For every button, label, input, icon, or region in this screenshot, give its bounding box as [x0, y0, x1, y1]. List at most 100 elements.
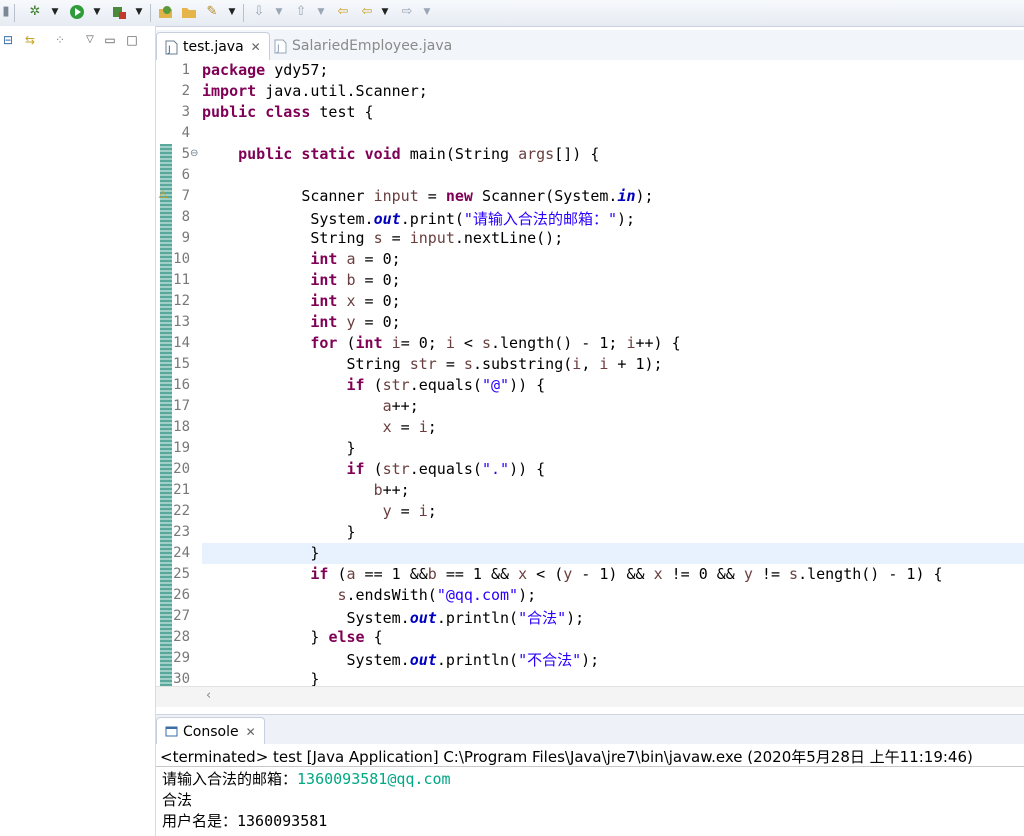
chevron-down-icon[interactable]: ▼ [380, 4, 390, 20]
chevron-down-icon[interactable]: ▼ [422, 4, 432, 20]
line-number: 14 [173, 335, 190, 351]
close-icon[interactable]: ✕ [251, 40, 261, 54]
minimize-icon[interactable]: ▭ [102, 32, 118, 48]
code-line[interactable]: x = i; [202, 418, 437, 436]
code-line[interactable]: y = i; [202, 502, 437, 520]
chevron-down-icon[interactable]: ▼ [50, 4, 60, 20]
toolbar-grip-icon: ▮ [2, 4, 10, 19]
forward-icon[interactable]: ⇨ [398, 3, 416, 21]
code-line[interactable]: if (str.equals(".")) { [202, 460, 546, 478]
console-line: 请输入合法的邮箱：1360093581@qq.com [162, 770, 451, 788]
code-line[interactable]: a++; [202, 397, 419, 415]
run-icon[interactable] [68, 3, 86, 21]
code-line[interactable]: int a = 0; [202, 250, 400, 268]
back-icon[interactable]: ⇦ [358, 3, 376, 21]
next-edit-icon[interactable]: ⇧ [292, 3, 310, 21]
line-number: 26 [173, 587, 190, 603]
line-number: 5 [181, 146, 190, 162]
code-line[interactable]: if (str.equals("@")) { [202, 376, 546, 394]
last-edit-icon[interactable]: ⇦ [334, 3, 352, 21]
code-line[interactable]: Scanner input = new Scanner(System.in); [202, 187, 653, 205]
line-number: 24 [173, 545, 190, 561]
line-number: 11 [173, 272, 190, 288]
open-folder-icon[interactable] [180, 3, 198, 21]
open-type-icon[interactable] [157, 3, 175, 21]
code-line[interactable]: int x = 0; [202, 292, 400, 310]
chevron-down-icon[interactable]: ▼ [316, 4, 326, 20]
code-line[interactable]: if (a == 1 &&b == 1 && x < (y - 1) && x … [202, 565, 942, 583]
console-icon [165, 725, 178, 740]
code-line[interactable]: public static void main(String args[]) { [202, 145, 599, 163]
line-number: 27 [173, 608, 190, 624]
code-line[interactable]: import java.util.Scanner; [202, 82, 428, 100]
code-line[interactable]: package ydy57; [202, 61, 328, 79]
line-number: 2 [181, 83, 190, 99]
chevron-down-icon[interactable]: ▼ [92, 4, 102, 20]
code-line[interactable]: } [202, 439, 355, 457]
console-tab-bar: Console ✕ [156, 714, 1024, 746]
tab-console[interactable]: Console ✕ [156, 717, 265, 746]
link-editor-icon[interactable]: ⇆ [22, 32, 38, 48]
code-line[interactable]: String str = s.substring(i, i + 1); [202, 355, 662, 373]
code-line[interactable]: } [202, 544, 319, 562]
chevron-down-icon[interactable]: ▼ [274, 4, 284, 20]
editor-tab-bar: J test.java ✕ J SalariedEmployee.java [156, 30, 1024, 61]
scroll-left-icon[interactable]: ‹ [206, 688, 211, 703]
line-number: 28 [173, 629, 190, 645]
console-line: 合法 [162, 791, 193, 809]
line-number: 12 [173, 293, 190, 309]
tab-test-java[interactable]: J test.java ✕ [156, 32, 270, 61]
fold-collapse-icon[interactable]: ⊖ [190, 148, 198, 159]
chevron-down-icon[interactable]: ▽ [82, 32, 98, 48]
debug-icon[interactable]: ✲ [26, 3, 44, 21]
code-editor[interactable]: 1 2 3 4 5 6 7 8 9 10 11 12 13 14 15 16 17 18 19 20 21 22 23 24 2… [156, 60, 1024, 686]
collapse-all-icon[interactable]: ⊟ [0, 32, 16, 48]
svg-text:J: J [167, 45, 171, 55]
code-line[interactable]: System.out.print("请输入合法的邮箱："); [202, 208, 635, 229]
java-file-icon: J [274, 39, 287, 54]
code-line[interactable]: } [202, 523, 355, 541]
package-explorer-toolbar: ⊟ ⇆ ⁘ ▽ ▭ □ [0, 26, 155, 54]
line-number: 29 [173, 650, 190, 666]
line-number: 30 [173, 671, 190, 686]
code-line[interactable]: int y = 0; [202, 313, 400, 331]
line-number: 1 [181, 62, 190, 78]
code-line[interactable]: } [202, 670, 319, 686]
search-tool-icon[interactable]: ✎ [203, 3, 221, 21]
close-icon[interactable]: ✕ [246, 725, 256, 739]
line-number: 23 [173, 524, 190, 540]
code-line[interactable]: for (int i= 0; i < s.length() - 1; i++) … [202, 334, 680, 352]
line-number: 20 [173, 461, 190, 477]
warning-marker-icon[interactable]: ⚠ [158, 188, 168, 201]
line-number: 10 [173, 251, 190, 267]
console-line: 用户名是：1360093581 [162, 812, 328, 830]
horizontal-scrollbar[interactable]: ‹ [156, 686, 1024, 707]
code-line[interactable]: public class test { [202, 103, 374, 121]
external-tools-icon[interactable] [110, 3, 128, 21]
line-number: 15 [173, 356, 190, 372]
code-line[interactable]: b++; [202, 481, 410, 499]
terminated-status: <terminated> test [Java Application] C:\… [160, 748, 973, 766]
code-line[interactable]: String s = input.nextLine(); [202, 229, 563, 247]
console-output[interactable]: <terminated> test [Java Application] C:\… [156, 744, 1024, 836]
code-line[interactable]: int b = 0; [202, 271, 400, 289]
view-menu-icon[interactable]: ⁘ [52, 32, 68, 48]
maximize-icon[interactable]: □ [124, 32, 140, 48]
chevron-down-icon[interactable]: ▼ [134, 4, 144, 20]
line-number: 3 [181, 104, 190, 120]
current-line-highlight [202, 543, 1024, 564]
line-number: 22 [173, 503, 190, 519]
line-number: 18 [173, 419, 190, 435]
tab-salariedemployee-java[interactable]: J SalariedEmployee.java [266, 32, 460, 60]
code-line[interactable]: s.endsWith("@qq.com"); [202, 586, 536, 604]
main-toolbar: ▮ ✲ ▼ ▼ ▼ ✎ ▼ ⇩ ▼ ⇧ ▼ ⇦ ⇦ ▼ ⇨ ▼ [0, 0, 1024, 27]
annotation-icon[interactable]: ⇩ [250, 3, 268, 21]
code-line[interactable]: System.out.println("合法"); [202, 607, 584, 628]
tab-label: test.java [183, 39, 244, 55]
line-number: 9 [181, 230, 190, 246]
svg-text:J: J [276, 44, 280, 54]
code-line[interactable]: System.out.println("不合法"); [202, 649, 599, 670]
line-number: 8 [181, 209, 190, 225]
code-line[interactable]: } else { [202, 628, 382, 646]
chevron-down-icon[interactable]: ▼ [227, 4, 237, 20]
